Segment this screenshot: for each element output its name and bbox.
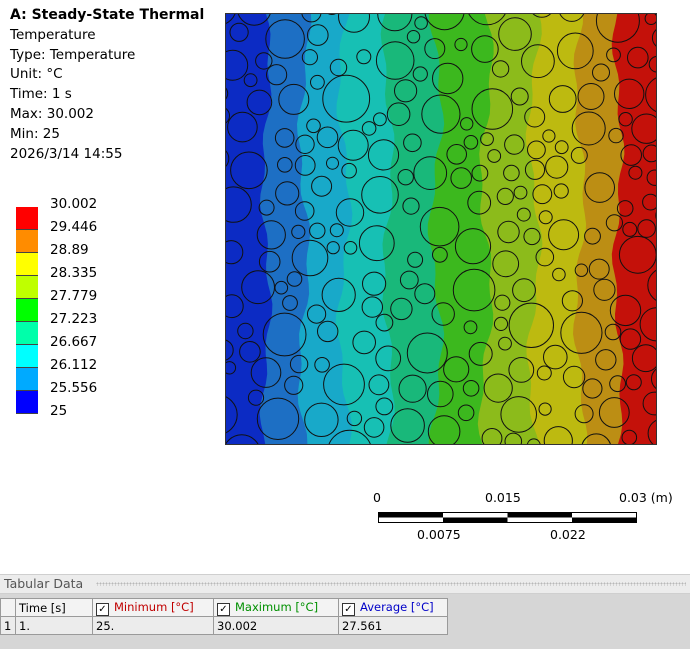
legend-swatch (16, 391, 38, 414)
analysis-title: A: Steady-State Thermal (10, 7, 205, 23)
tabular-data-titlebar[interactable]: Tabular Data (0, 574, 690, 594)
legend-label: 27.779 (50, 288, 98, 304)
legend-label: 27.223 (50, 311, 98, 327)
legend-swatch (16, 276, 38, 299)
scale-label: 0.03 (m) (619, 490, 673, 505)
legend-swatch (16, 345, 38, 368)
column-header-label: Maximum [°C] (235, 599, 319, 614)
legend-swatch (16, 368, 38, 391)
result-time: Time: 1 s (10, 86, 72, 103)
row-index: 1 (0, 616, 16, 635)
scale-bar: 0 0.015 0.03 (m) 0.0075 0.022 (370, 490, 690, 550)
result-unit: Unit: °C (10, 66, 63, 83)
column-header-minimum[interactable]: ✓ Minimum [°C] (92, 598, 214, 617)
legend-label: 30.002 (50, 196, 98, 212)
result-date: 2026/3/14 14:55 (10, 145, 123, 162)
table-header-row: Time [s] ✓ Minimum [°C] ✓ Maximum [°C] ✓ Av… (0, 598, 448, 617)
legend-label: 29.446 (50, 219, 98, 235)
result-max: Max: 30.002 (10, 105, 94, 122)
table-row[interactable]: 1 1. 25. 30.002 27.561 (0, 616, 448, 635)
legend-label: 26.667 (50, 334, 98, 350)
scale-label: 0.0075 (417, 527, 461, 542)
legend-label: 25.556 (50, 380, 98, 396)
result-info-panel: A: Steady-State Thermal Temperature Type… (10, 6, 204, 164)
scale-label: 0.022 (550, 527, 586, 542)
row-header-corner (0, 598, 16, 617)
legend-label: 25 (50, 403, 68, 419)
scale-label: 0.015 (485, 490, 521, 505)
temperature-contour-plot[interactable] (226, 14, 656, 444)
legend-swatch (16, 299, 38, 322)
cell-maximum[interactable]: 30.002 (213, 616, 339, 635)
legend-label: 28.89 (50, 242, 89, 258)
scale-label: 0 (373, 490, 381, 505)
cell-average[interactable]: 27.561 (338, 616, 448, 635)
checkbox-maximum[interactable]: ✓ (217, 602, 230, 616)
checkbox-minimum[interactable]: ✓ (96, 602, 109, 616)
tabular-data-title: Tabular Data (4, 576, 88, 591)
column-header-time[interactable]: Time [s] (15, 598, 93, 617)
temperature-contour-viewport[interactable] (225, 13, 657, 445)
column-header-label: Average [°C] (360, 599, 434, 614)
tabular-data-panel: Tabular Data Time [s] ✓ Minimum [°C] ✓ Max… (0, 574, 690, 649)
column-header-label: Time [s] (19, 600, 66, 615)
result-type: Type: Temperature (10, 46, 136, 63)
legend-swatch (16, 230, 38, 253)
scale-bar-graphic (378, 512, 637, 523)
checkbox-average[interactable]: ✓ (342, 602, 355, 616)
legend-swatch (16, 322, 38, 345)
legend-label: 26.112 (50, 357, 98, 373)
cell-time[interactable]: 1. (15, 616, 93, 635)
result-min: Min: 25 (10, 125, 60, 142)
result-name: Temperature (10, 26, 96, 43)
column-header-label: Minimum [°C] (114, 599, 194, 614)
legend-swatch (16, 253, 38, 276)
column-header-average[interactable]: ✓ Average [°C] (338, 598, 448, 617)
cell-minimum[interactable]: 25. (92, 616, 214, 635)
legend-label: 28.335 (50, 265, 98, 281)
tabular-data-table: Time [s] ✓ Minimum [°C] ✓ Maximum [°C] ✓ Av… (0, 598, 448, 635)
legend-swatch (16, 207, 38, 230)
column-header-maximum[interactable]: ✓ Maximum [°C] (213, 598, 339, 617)
